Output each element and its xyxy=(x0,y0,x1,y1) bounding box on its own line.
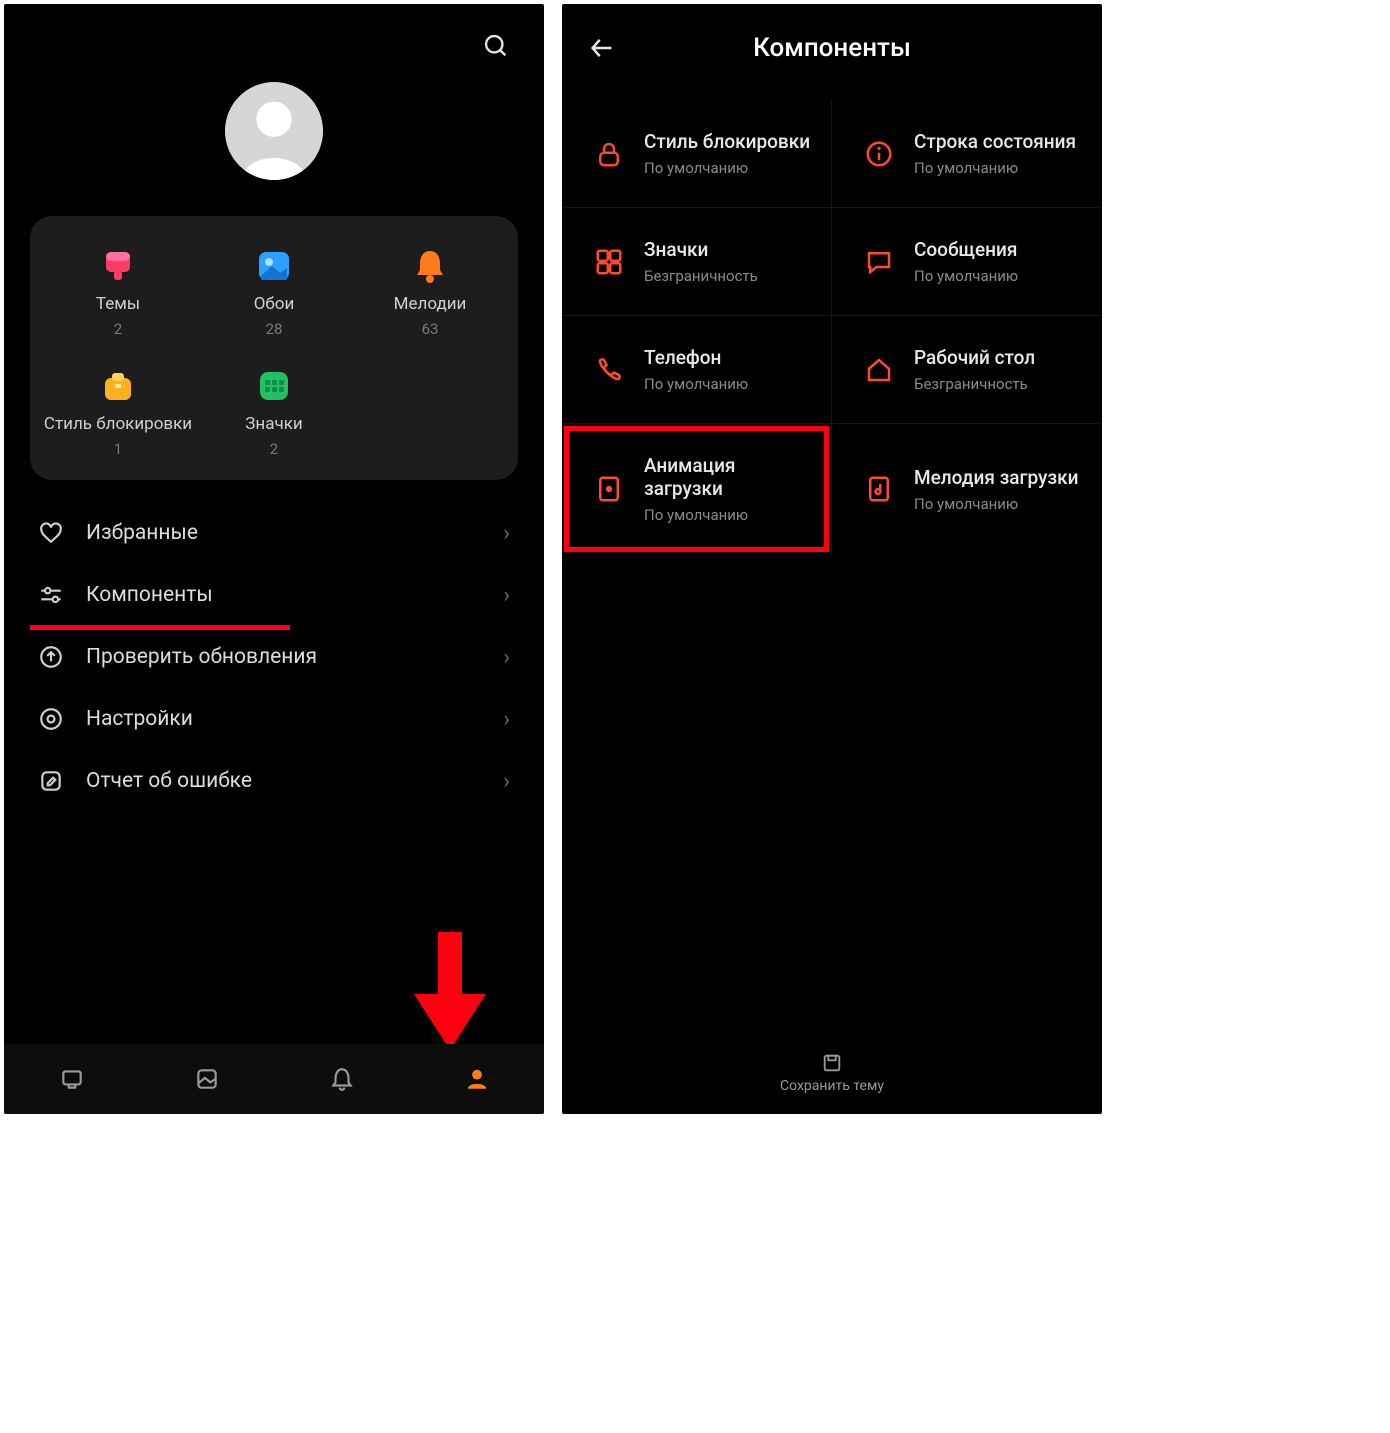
component-title: Стиль блокировки xyxy=(644,130,810,153)
phone-icon xyxy=(592,353,626,387)
nav-wallpapers[interactable] xyxy=(192,1064,222,1094)
nav-themes[interactable] xyxy=(57,1064,87,1094)
theme-icon xyxy=(96,244,140,288)
menu-label: Настройки xyxy=(86,707,481,731)
search-button[interactable] xyxy=(478,28,514,64)
component-sub: По умолчанию xyxy=(914,159,1076,177)
stats-card: Темы 2 Обои 28 Мелодии 63 xyxy=(30,216,518,480)
components-grid: Стиль блокировки По умолчанию Строка сос… xyxy=(562,100,1102,554)
edit-icon xyxy=(38,768,64,794)
component-sub: По умолчанию xyxy=(644,506,811,524)
tile-themes[interactable]: Темы 2 xyxy=(40,244,196,338)
tile-label: Мелодии xyxy=(394,294,467,314)
title-bar: Компоненты xyxy=(562,4,1102,74)
component-title: Рабочий стол xyxy=(914,346,1035,369)
chevron-right-icon: › xyxy=(503,583,510,608)
arrow-up-circle-icon xyxy=(38,644,64,670)
tile-ringtones[interactable]: Мелодии 63 xyxy=(352,244,508,338)
search-icon xyxy=(482,32,510,60)
menu-list: Избранные › Компоненты › Проверить обнов… xyxy=(4,502,544,812)
home-icon xyxy=(862,353,896,387)
avatar-area xyxy=(4,82,544,180)
lock-icon xyxy=(592,137,626,171)
component-title: Значки xyxy=(644,238,758,261)
chevron-right-icon: › xyxy=(503,769,510,794)
tile-count: 2 xyxy=(114,320,122,338)
component-lockstyle[interactable]: Стиль блокировки По умолчанию xyxy=(562,100,832,207)
component-sub: По умолчанию xyxy=(914,267,1018,285)
page-title: Компоненты xyxy=(586,33,1078,63)
tile-label: Стиль блокировки xyxy=(44,414,192,434)
menu-updates[interactable]: Проверить обновления › xyxy=(4,626,544,688)
menu-label: Избранные xyxy=(86,521,481,545)
component-phone[interactable]: Телефон По умолчанию xyxy=(562,315,832,423)
tile-lockstyle[interactable]: Стиль блокировки 1 xyxy=(40,364,196,458)
grid-icon xyxy=(592,245,626,279)
save-label: Сохранить тему xyxy=(780,1078,884,1094)
tile-label: Обои xyxy=(254,294,295,314)
person-icon xyxy=(225,82,323,180)
tile-count: 2 xyxy=(270,440,278,458)
heart-icon xyxy=(38,520,64,546)
save-icon xyxy=(821,1052,843,1074)
menu-components[interactable]: Компоненты › xyxy=(4,564,544,626)
chevron-right-icon: › xyxy=(503,521,510,546)
chevron-right-icon: › xyxy=(503,707,510,732)
component-statusbar[interactable]: Строка состояния По умолчанию xyxy=(832,100,1102,207)
menu-label: Проверить обновления xyxy=(86,645,481,669)
tile-icons[interactable]: Значки 2 xyxy=(196,364,352,458)
nav-ringtones[interactable] xyxy=(327,1064,357,1094)
animation-icon xyxy=(592,472,626,506)
tile-count: 1 xyxy=(114,440,122,458)
chat-icon xyxy=(862,245,896,279)
component-title: Телефон xyxy=(644,346,748,369)
component-boot-sound[interactable]: Мелодия загрузки По умолчанию xyxy=(832,423,1102,554)
target-icon xyxy=(38,706,64,732)
component-title: Мелодия загрузки xyxy=(914,466,1078,489)
tile-wallpapers[interactable]: Обои 28 xyxy=(196,244,352,338)
component-icons[interactable]: Значки Безграничность xyxy=(562,207,832,315)
menu-settings[interactable]: Настройки › xyxy=(4,688,544,750)
tile-label: Темы xyxy=(96,294,140,314)
info-icon xyxy=(862,137,896,171)
bottom-nav xyxy=(4,1044,544,1114)
avatar[interactable] xyxy=(225,82,323,180)
component-sub: По умолчанию xyxy=(644,375,748,393)
profile-screen: Темы 2 Обои 28 Мелодии 63 xyxy=(4,4,544,1114)
component-messages[interactable]: Сообщения По умолчанию xyxy=(832,207,1102,315)
menu-favorites[interactable]: Избранные › xyxy=(4,502,544,564)
component-sub: По умолчанию xyxy=(914,495,1078,513)
bell-icon xyxy=(408,244,452,288)
save-theme-button[interactable]: Сохранить тему xyxy=(562,1032,1102,1114)
component-sub: Безграничность xyxy=(914,375,1035,393)
chevron-right-icon: › xyxy=(503,645,510,670)
top-bar xyxy=(4,4,544,64)
menu-label: Компоненты xyxy=(86,583,481,607)
wallpaper-icon xyxy=(252,244,296,288)
nav-profile[interactable] xyxy=(462,1064,492,1094)
component-title: Анимация загрузки xyxy=(644,454,811,500)
component-boot-animation[interactable]: Анимация загрузки По умолчанию xyxy=(562,423,832,554)
tile-label: Значки xyxy=(245,414,302,434)
component-title: Строка состояния xyxy=(914,130,1076,153)
component-homescreen[interactable]: Рабочий стол Безграничность xyxy=(832,315,1102,423)
tile-count: 63 xyxy=(422,320,439,338)
menu-bugreport[interactable]: Отчет об ошибке › xyxy=(4,750,544,812)
icons-icon xyxy=(252,364,296,408)
bag-icon xyxy=(96,364,140,408)
sliders-icon xyxy=(38,582,64,608)
components-screen: Компоненты Стиль блокировки По умолчанию… xyxy=(562,4,1102,1114)
menu-label: Отчет об ошибке xyxy=(86,769,481,793)
component-title: Сообщения xyxy=(914,238,1018,261)
music-note-icon xyxy=(862,472,896,506)
component-sub: Безграничность xyxy=(644,267,758,285)
tile-count: 28 xyxy=(266,320,283,338)
component-sub: По умолчанию xyxy=(644,159,810,177)
annotation-arrow-icon xyxy=(410,932,490,1052)
